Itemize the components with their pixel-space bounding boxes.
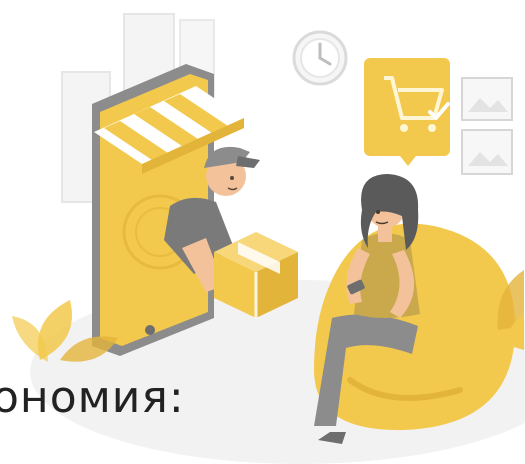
cart-card-icon xyxy=(364,58,450,166)
picture-frame-icon xyxy=(461,77,513,175)
clock-icon xyxy=(292,30,348,86)
slide-caption: ономия: xyxy=(0,372,185,423)
slide-canvas: ономия: xyxy=(0,0,525,464)
